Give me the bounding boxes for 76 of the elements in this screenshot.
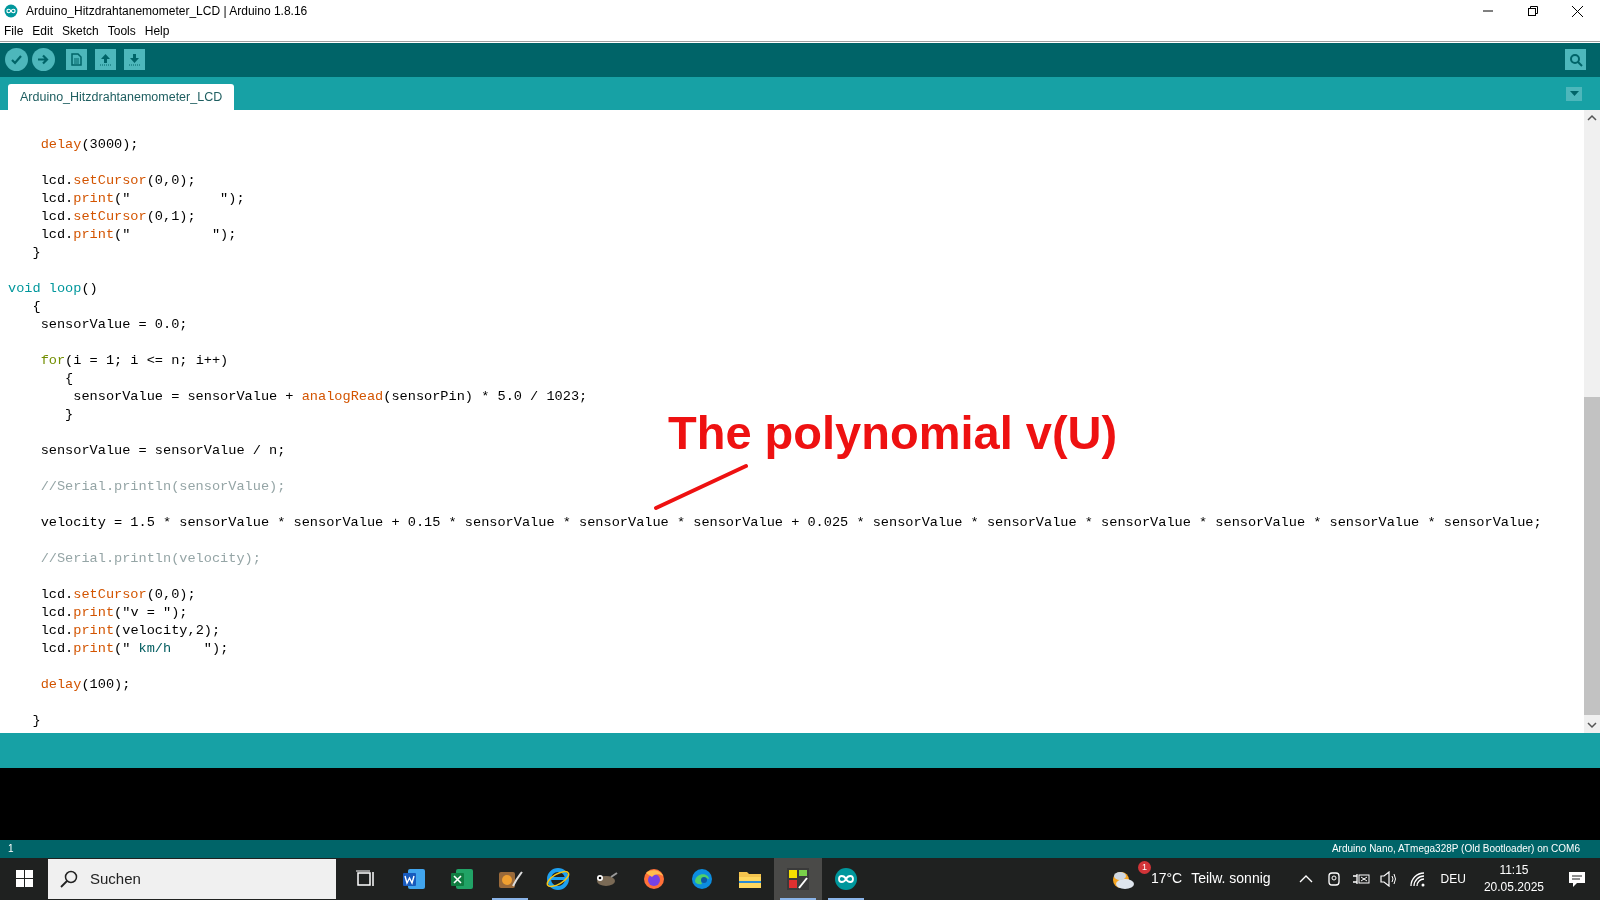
camera-icon[interactable] [1325, 870, 1342, 888]
code-line: lcd.print(velocity,2); [39, 621, 221, 640]
code-line: lcd.setCursor(0,0); [39, 171, 196, 190]
line-number: 1 [8, 842, 14, 857]
code-line: sensorValue = sensorValue / n; [39, 441, 286, 460]
taskbar-app[interactable] [774, 858, 822, 900]
menu-item[interactable]: Tools [107, 22, 136, 41]
arrow-right-icon [37, 53, 50, 67]
search-icon [60, 870, 78, 888]
magnifier-icon [1568, 52, 1583, 67]
file-tab[interactable]: Arduino_Hitzdrahtanemometer_LCD [8, 83, 235, 110]
code-line: } [31, 243, 41, 262]
code-line: sensorValue = 0.0; [39, 315, 188, 334]
weather-condition: Teilw. sonnig [1191, 869, 1271, 889]
serial-monitor-button[interactable] [1565, 49, 1586, 71]
code-line: lcd.print(" km/h "); [39, 639, 229, 658]
fox-globe-icon[interactable] [642, 867, 666, 891]
tab-menu-button[interactable] [1566, 86, 1582, 101]
menu-item[interactable]: Help [144, 22, 170, 41]
arrow-down-icon [128, 53, 141, 67]
code-line: } [64, 405, 74, 424]
arrow-up-icon [99, 53, 112, 67]
upload-button[interactable] [32, 48, 55, 72]
notification-badge: 1 [1137, 861, 1151, 874]
code-line: lcd.setCursor(0,0); [39, 585, 196, 604]
battery-plug-icon[interactable] [1351, 871, 1370, 887]
clock-time: 11:15 [1499, 862, 1529, 879]
menu-item[interactable]: Sketch [62, 22, 99, 41]
code-line: delay(3000); [39, 135, 139, 154]
code-line: void loop() [8, 279, 98, 298]
code-line: lcd.setCursor(0,1); [39, 207, 196, 226]
wifi-icon[interactable] [1408, 871, 1427, 887]
chevron-up-icon[interactable] [1298, 874, 1313, 884]
spreadsheet-app-icon[interactable] [450, 868, 474, 890]
code-line: //Serial.println(velocity); [39, 549, 261, 568]
board-info: Arduino Nano, ATmega328P (Old Bootloader) on COM6 [1331, 842, 1580, 857]
window-title: Arduino_Hitzdrahtanemometer_LCD | Arduino 1.8.16 [26, 3, 308, 20]
code-line: //Serial.println(sensorValue); [39, 477, 286, 496]
menu-item[interactable]: Edit [32, 22, 54, 41]
app-logo-icon [4, 4, 18, 18]
code-line: delay(100); [39, 675, 131, 694]
restore-icon [1527, 6, 1538, 16]
notification-icon[interactable] [1568, 870, 1586, 888]
input-language[interactable]: DEU [1440, 870, 1466, 888]
caret-down-icon [1569, 91, 1579, 97]
scrollbar-thumb[interactable] [1584, 397, 1600, 716]
new-file-button[interactable] [66, 49, 87, 71]
code-line: lcd.print(" "); [39, 189, 245, 208]
code-line: { [64, 369, 74, 388]
verify-button[interactable] [5, 48, 28, 72]
infinity-logo-icon[interactable] [834, 867, 858, 891]
task-view-icon[interactable] [356, 870, 376, 888]
browser-icon[interactable] [545, 867, 571, 891]
open-button[interactable] [95, 49, 116, 71]
menu-item[interactable]: File [4, 22, 24, 41]
document-icon [71, 53, 82, 67]
code-line: for(i = 1; i <= n; i++) [39, 351, 229, 370]
search-field[interactable]: Suchen [48, 859, 336, 899]
code-line: { [31, 297, 41, 316]
circuit-app-icon[interactable] [786, 867, 810, 891]
windows-logo-icon [15, 870, 33, 888]
speaker-icon[interactable] [1379, 871, 1398, 887]
clock-date: 20.05.2025 [1483, 879, 1544, 896]
wave-browser-icon[interactable] [690, 867, 714, 891]
code-line: lcd.print("v = "); [39, 603, 188, 622]
folder-icon[interactable] [738, 869, 762, 889]
code-line: sensorValue = sensorValue + analogRead(sensorPin) * 5.0 / 1023; [72, 387, 588, 406]
code-line: velocity = 1.5 * sensorValue * sensorValue + 0.15 * sensorValue * sensorValue * sensorValue + 0.025 * sensorValue * sensorValue * sensorValue * sensorValue * sensorValue * sensorValue; [39, 513, 1542, 532]
checkmark-icon [10, 53, 23, 67]
annotation-text: The polynomial v(U) [668, 405, 1118, 461]
code-line: lcd.print(" "); [39, 225, 237, 244]
close-icon [1572, 5, 1583, 17]
temperature: 17°C [1150, 869, 1183, 889]
code-line: } [31, 711, 41, 730]
document-app-icon[interactable] [402, 868, 426, 890]
save-button[interactable] [124, 49, 145, 71]
